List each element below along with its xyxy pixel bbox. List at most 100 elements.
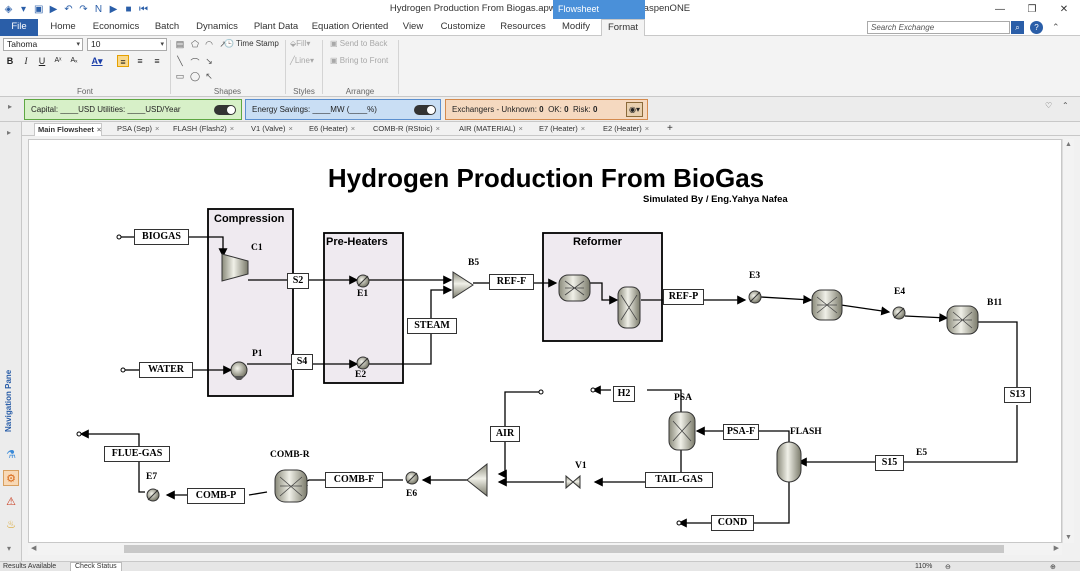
stream-flue-gas[interactable]: FLUE-GAS: [104, 446, 170, 462]
next-icon[interactable]: N: [94, 4, 103, 15]
doc-tab-psa[interactable]: PSA (Sep) ×: [114, 123, 164, 136]
reactor-icon[interactable]: [274, 469, 308, 503]
chevron-down-icon[interactable]: ♡: [1045, 101, 1052, 110]
textbox-icon[interactable]: ▤: [175, 39, 185, 50]
collapse-icon[interactable]: ⌃: [1062, 101, 1069, 110]
send-to-back-button[interactable]: ▣ Send to Back: [330, 39, 387, 48]
mixer-icon[interactable]: [452, 271, 474, 299]
doc-tab-main-flowsheet[interactable]: Main Flowsheet ×: [34, 123, 102, 136]
qat-menu-icon[interactable]: ▾: [19, 4, 28, 15]
flowsheet-icon[interactable]: ⚙: [3, 470, 19, 486]
capital-toggle[interactable]: [214, 105, 236, 115]
stream-h2[interactable]: H2: [613, 386, 635, 402]
stream-s13[interactable]: S13: [1004, 387, 1031, 403]
align-right-button[interactable]: ≡: [151, 55, 163, 67]
close-icon[interactable]: ×: [97, 125, 101, 134]
scroll-thumb[interactable]: [124, 545, 1004, 553]
close-icon[interactable]: ×: [581, 124, 585, 133]
stream-water[interactable]: WATER: [139, 362, 193, 378]
save-icon[interactable]: ▣: [34, 4, 43, 15]
tab-home[interactable]: Home: [44, 19, 82, 36]
separator-icon[interactable]: [668, 411, 696, 451]
navigation-pane[interactable]: ▸ Navigation Pane ⚗ ⚙ ⚠ ♨ ▾: [0, 122, 22, 561]
close-icon[interactable]: ×: [519, 124, 523, 133]
font-size-select[interactable]: 10 ▾: [87, 38, 167, 51]
tab-modify[interactable]: Modify: [556, 19, 596, 36]
fill-button[interactable]: ⬙Fill▾: [290, 39, 310, 48]
superscript-button[interactable]: Aˣ: [52, 55, 64, 67]
close-icon[interactable]: ×: [351, 124, 355, 133]
energy-icon[interactable]: ♨: [3, 517, 19, 533]
tab-plant-data[interactable]: Plant Data: [250, 19, 302, 36]
reset-icon[interactable]: ⏮: [139, 4, 148, 15]
reactor-icon[interactable]: [558, 274, 591, 302]
minimize-icon[interactable]: —: [984, 0, 1016, 19]
close-icon[interactable]: ×: [288, 124, 292, 133]
search-exchange-input[interactable]: Search Exchange: [867, 21, 1010, 34]
energy-panel[interactable]: Energy Savings: ____MW (____%): [245, 99, 441, 120]
tab-dynamics[interactable]: Dynamics: [190, 19, 244, 36]
stream-psa-f[interactable]: PSA-F: [723, 424, 759, 440]
flask-icon[interactable]: ⚗: [3, 447, 19, 463]
reactor-icon[interactable]: [811, 289, 843, 321]
bold-button[interactable]: B: [4, 55, 16, 67]
stream-cond[interactable]: COND: [711, 515, 754, 531]
underline-button[interactable]: U: [36, 55, 48, 67]
pump-icon[interactable]: [230, 361, 248, 379]
stream-steam[interactable]: STEAM: [407, 318, 457, 334]
close-icon[interactable]: ✕: [1048, 0, 1080, 19]
close-icon[interactable]: ×: [230, 124, 234, 133]
time-stamp-button[interactable]: 🕒 Time Stamp: [224, 39, 279, 48]
polygon-icon[interactable]: ⬠: [190, 39, 200, 50]
exchanger-settings-icon[interactable]: ◉▾: [626, 102, 643, 117]
tab-economics[interactable]: Economics: [88, 19, 144, 36]
tab-customize[interactable]: Customize: [436, 19, 490, 36]
stream-s4[interactable]: S4: [291, 354, 313, 370]
scroll-right-icon[interactable]: ▶: [1054, 544, 1059, 552]
stream-tail-gas[interactable]: TAIL-GAS: [645, 472, 713, 488]
doc-tab-air[interactable]: AIR (MATERIAL) ×: [456, 123, 536, 136]
vertical-scrollbar[interactable]: ▲ ▼: [1062, 139, 1074, 543]
line-icon[interactable]: ╲: [175, 56, 185, 67]
stop-icon[interactable]: ■: [124, 4, 133, 15]
tab-view[interactable]: View: [398, 19, 428, 36]
chevron-right-icon[interactable]: ▸: [7, 128, 11, 137]
ribbon-expand-icon[interactable]: ⌃: [1052, 22, 1060, 33]
rectangle-icon[interactable]: ▭: [175, 71, 185, 82]
undo-icon[interactable]: ↶: [64, 4, 73, 15]
ellipse-icon[interactable]: ◯: [190, 71, 200, 82]
app-icon[interactable]: ◈: [4, 4, 13, 15]
close-icon[interactable]: ×: [155, 124, 159, 133]
line-style-button[interactable]: ╱Line▾: [290, 56, 314, 65]
exchangers-panel[interactable]: Exchangers - Unknown: 0 OK: 0 Risk: 0 ◉▾: [445, 99, 648, 120]
horizontal-scrollbar[interactable]: ◀ ▶: [28, 543, 1062, 555]
reactor-icon[interactable]: [946, 305, 979, 335]
font-name-select[interactable]: Tahoma ▾: [3, 38, 83, 51]
arc-icon[interactable]: ◠: [204, 39, 214, 50]
safety-icon[interactable]: ⚠: [3, 494, 19, 510]
doc-tab-e7[interactable]: E7 (Heater) ×: [536, 123, 598, 136]
italic-button[interactable]: I: [20, 55, 32, 67]
flash-drum-icon[interactable]: [776, 441, 802, 483]
freeform-icon[interactable]: ⌒: [190, 56, 200, 69]
stream-ref-f[interactable]: REF-F: [489, 274, 534, 290]
tab-format[interactable]: Format: [601, 19, 645, 37]
scroll-down-icon[interactable]: ▼: [1065, 534, 1072, 541]
close-icon[interactable]: ×: [436, 124, 440, 133]
valve-icon[interactable]: [565, 474, 581, 490]
stream-biogas[interactable]: BIOGAS: [134, 229, 189, 245]
energy-toggle[interactable]: [414, 105, 436, 115]
doc-tab-v1[interactable]: V1 (Valve) ×: [248, 123, 304, 136]
close-icon[interactable]: ×: [645, 124, 649, 133]
doc-tab-flash[interactable]: FLASH (Flash2) ×: [170, 123, 244, 136]
check-status-button[interactable]: Check Status: [70, 562, 122, 571]
doc-tab-e6[interactable]: E6 (Heater) ×: [306, 123, 368, 136]
doc-tab-comb-r[interactable]: COMB-R (RStoic) ×: [370, 123, 452, 136]
stream-air[interactable]: AIR: [490, 426, 520, 442]
run-icon[interactable]: ▶: [49, 4, 58, 15]
doc-tab-e2[interactable]: E2 (Heater) ×: [600, 123, 662, 136]
flowsheet-canvas[interactable]: Hydrogen Production From BioGas Simulate…: [28, 139, 1062, 543]
scroll-left-icon[interactable]: ◀: [31, 544, 36, 552]
align-left-button[interactable]: ≡: [117, 55, 129, 67]
scroll-up-icon[interactable]: ▲: [1065, 141, 1072, 148]
